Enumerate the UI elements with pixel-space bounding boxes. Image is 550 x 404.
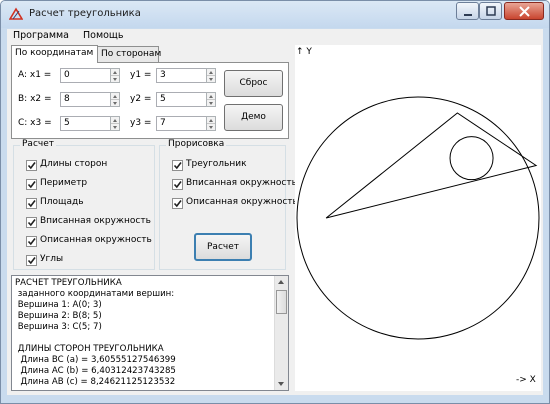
checkbox-box[interactable] xyxy=(26,217,37,228)
checkmark-icon xyxy=(27,238,36,246)
menu-bar: Программа Помощь xyxy=(7,29,543,43)
demo-button[interactable]: Демо xyxy=(224,104,283,131)
checkmark-icon xyxy=(173,162,182,170)
y2-label: y2 = xyxy=(130,94,152,104)
y1-stepper[interactable] xyxy=(206,68,216,83)
results-textarea[interactable]: РАСЧЕТ ТРЕУГОЛЬНИКА заданного координата… xyxy=(11,275,289,391)
scroll-up-arrow-icon[interactable] xyxy=(278,280,284,284)
output-line: Длина AC (b) = 6,40312423743285 xyxy=(15,366,176,376)
checkbox-label: Вписанная окружность xyxy=(40,216,151,226)
output-line: Длина BC (a) = 3,60555127546399 xyxy=(15,355,176,365)
menu-help[interactable]: Помощь xyxy=(83,30,123,41)
tab-by-coordinates[interactable]: По координатам xyxy=(11,45,98,63)
drawing-group: Прорисовка Треугольник Вписанная окружнос… xyxy=(159,139,298,270)
vertex-c-x-label: C: x3 = xyxy=(18,118,52,128)
output-line: Вершина 3: C(5; 7) xyxy=(15,322,102,332)
checkbox-box[interactable] xyxy=(26,255,37,266)
vertex-a-x-label: A: x1 = xyxy=(18,70,52,80)
checkmark-icon xyxy=(173,200,182,208)
vertex-b-x-label: B: x2 = xyxy=(18,94,52,104)
y2-input[interactable]: 5 xyxy=(156,92,207,107)
checkbox-label: Площадь xyxy=(40,197,84,207)
calculate-button[interactable]: Расчет xyxy=(194,233,252,261)
checkbox-label: Треугольник xyxy=(186,159,247,169)
minimize-icon xyxy=(464,14,472,16)
checkbox-box[interactable] xyxy=(172,179,183,190)
output-line: Вершина 2: B(8; 5) xyxy=(15,311,102,321)
drawing-canvas[interactable]: ↑ Y -> X xyxy=(295,45,541,391)
checkbox-label: Вписанная окружность xyxy=(186,178,297,188)
checkbox-label: Периметр xyxy=(40,178,88,188)
menu-program[interactable]: Программа xyxy=(13,30,69,41)
checkmark-icon xyxy=(27,219,36,227)
output-line: заданного координатами вершин: xyxy=(15,289,175,299)
x3-input[interactable]: 5 xyxy=(60,116,111,131)
window-title: Расчет треугольника xyxy=(29,8,141,19)
y3-stepper[interactable] xyxy=(206,116,216,131)
checkbox-label: Длины сторон xyxy=(40,159,108,169)
triangle-app-icon xyxy=(9,7,23,20)
close-button[interactable] xyxy=(504,2,544,20)
triangle-drawing xyxy=(296,96,540,340)
y3-label: y3 = xyxy=(130,118,152,128)
checkbox-box[interactable] xyxy=(172,198,183,209)
minimize-button[interactable] xyxy=(456,2,479,20)
inscribed-circle xyxy=(449,136,494,181)
client-area: По координатам По сторонам A: x1 = 0 y1 … xyxy=(7,43,543,395)
checkbox-label: Углы xyxy=(40,254,64,264)
y2-stepper[interactable] xyxy=(206,92,216,107)
scrollbar-thumb[interactable] xyxy=(276,290,287,314)
calculation-group-title: Расчет xyxy=(20,139,56,149)
coordinates-panel: A: x1 = 0 y1 = 3 B: x2 = 8 y2 = 5 C: x3 … xyxy=(11,62,289,139)
y3-input[interactable]: 7 xyxy=(156,116,207,131)
y1-input[interactable]: 3 xyxy=(156,68,207,83)
vertical-scrollbar[interactable] xyxy=(274,276,288,390)
tab-by-sides[interactable]: По сторонам xyxy=(97,46,161,62)
scroll-down-arrow-icon[interactable] xyxy=(278,382,284,386)
output-line: Длина AB (c) = 8,24621125123532 xyxy=(15,377,176,387)
checkbox-box[interactable] xyxy=(26,179,37,190)
x2-input[interactable]: 8 xyxy=(60,92,111,107)
output-line: ДЛИНЫ СТОРОН ТРЕУГОЛЬНИКА xyxy=(15,344,164,354)
checkmark-icon xyxy=(173,181,182,189)
checkmark-icon xyxy=(27,162,36,170)
y1-label: y1 = xyxy=(130,70,152,80)
drawing-group-title: Прорисовка xyxy=(166,139,227,149)
x3-stepper[interactable] xyxy=(110,116,120,131)
checkmark-icon xyxy=(27,181,36,189)
checkmark-icon xyxy=(27,257,36,265)
maximize-icon xyxy=(486,6,496,16)
checkbox-label: Описанная окружность xyxy=(40,235,152,245)
checkbox-box[interactable] xyxy=(172,160,183,171)
title-bar[interactable]: Расчет треугольника xyxy=(1,1,549,28)
triangle-shape xyxy=(325,112,538,219)
calculation-group: Расчет Длины сторон Периметр Площадь Вписан… xyxy=(13,139,155,270)
checkbox-box[interactable] xyxy=(26,160,37,171)
output-line: РАСЧЕТ ТРЕУГОЛЬНИКА xyxy=(15,278,122,288)
x1-input[interactable]: 0 xyxy=(60,68,111,83)
checkbox-box[interactable] xyxy=(26,198,37,209)
circumscribed-circle xyxy=(296,96,540,340)
checkbox-label: Описанная окружность xyxy=(186,197,298,207)
reset-button[interactable]: Сброс xyxy=(224,70,283,97)
output-line: Вершина 1: A(0; 3) xyxy=(15,300,102,310)
app-window: Расчет треугольника Программа Помощь По … xyxy=(0,0,550,404)
x2-stepper[interactable] xyxy=(110,92,120,107)
checkbox-box[interactable] xyxy=(26,236,37,247)
x1-stepper[interactable] xyxy=(110,68,120,83)
checkmark-icon xyxy=(27,200,36,208)
maximize-button[interactable] xyxy=(479,2,502,20)
close-icon xyxy=(519,6,530,17)
